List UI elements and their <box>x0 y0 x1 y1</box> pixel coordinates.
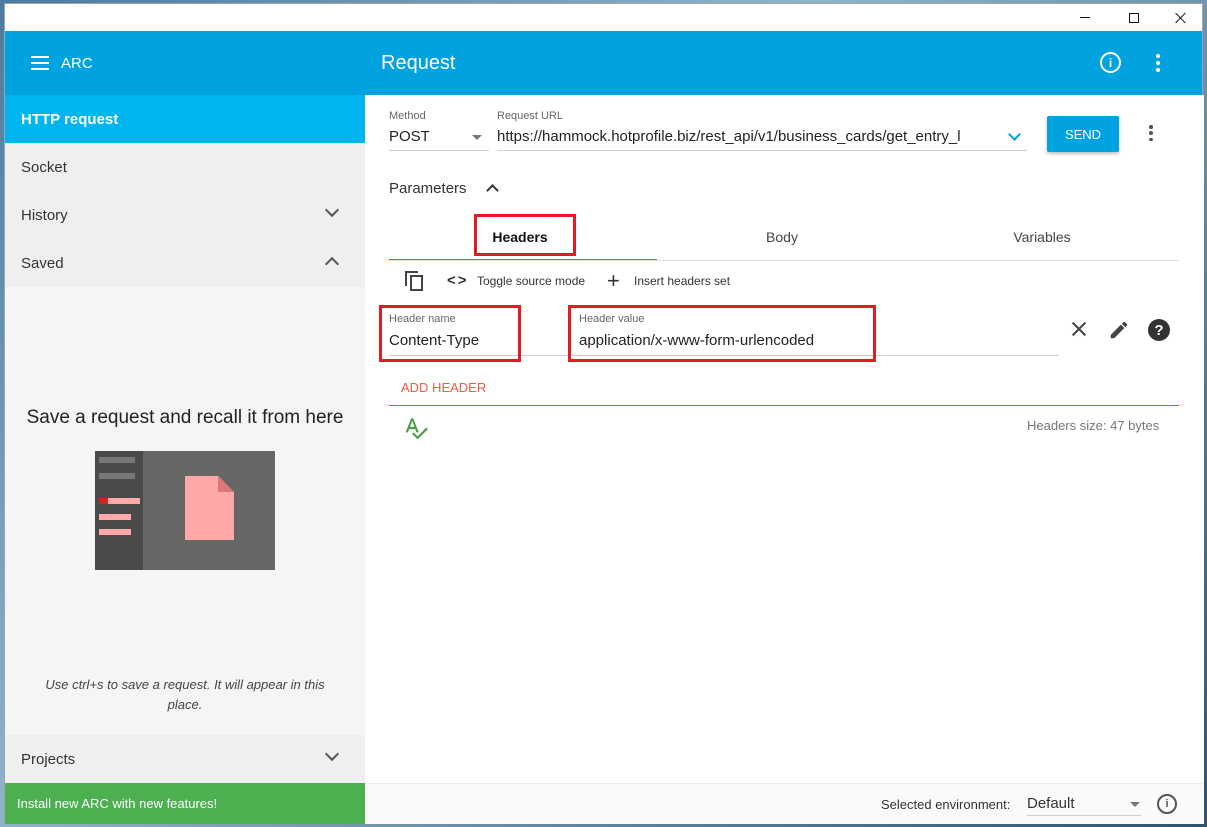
url-input[interactable]: https://hammock.hotprofile.biz/rest_api/… <box>497 128 1005 145</box>
close-button[interactable] <box>1158 4 1204 31</box>
chevron-down-icon[interactable] <box>1008 128 1021 141</box>
saved-empty-hint: Use ctrl+s to save a request. It will ap… <box>45 677 325 712</box>
plus-icon[interactable]: + <box>607 268 620 294</box>
sidebar-item-projects[interactable]: Projects <box>5 735 365 783</box>
page-title: Request <box>381 52 456 74</box>
maximize-button[interactable] <box>1111 4 1157 31</box>
headers-size: Headers size: 47 bytes <box>1027 418 1160 433</box>
info-icon[interactable]: i <box>1157 794 1177 814</box>
app-bar: ARC Request i <box>5 31 1202 95</box>
close-icon <box>1175 12 1187 24</box>
sidebar-item-label: Saved <box>21 254 64 272</box>
edit-icon[interactable] <box>1108 319 1130 341</box>
highlight-box <box>568 305 876 362</box>
sidebar-item-saved[interactable]: Saved <box>5 239 365 287</box>
highlight-box <box>474 214 576 256</box>
footer-bar: Selected environment: Default i <box>365 783 1204 824</box>
dropdown-arrow-icon <box>472 135 482 140</box>
toggle-source-button[interactable]: Toggle source mode <box>477 274 585 288</box>
minimize-icon <box>1080 17 1090 18</box>
send-button[interactable]: SEND <box>1047 116 1119 152</box>
sidebar-item-label: Socket <box>21 158 67 176</box>
environment-select[interactable]: Default <box>1027 795 1075 812</box>
install-banner[interactable]: Install new ARC with new features! <box>5 783 365 824</box>
chevron-down-icon <box>324 202 340 218</box>
more-vert-icon[interactable] <box>1149 125 1153 141</box>
spellcheck-icon[interactable] <box>403 415 429 441</box>
tab-variables[interactable]: Variables <box>911 213 1173 261</box>
help-icon[interactable]: ? <box>1148 319 1170 341</box>
menu-icon[interactable] <box>31 56 49 70</box>
more-vert-icon[interactable] <box>1156 54 1160 72</box>
url-label: Request URL <box>497 110 564 122</box>
sidebar-item-label: HTTP request <box>21 110 119 128</box>
method-label: Method <box>389 110 426 122</box>
dropdown-arrow-icon <box>1130 802 1140 807</box>
sidebar-item-label: Projects <box>21 750 76 768</box>
add-header-button[interactable]: ADD HEADER <box>401 380 486 395</box>
method-select[interactable]: POST <box>389 128 430 145</box>
saved-empty-title: Save a request and recall it from here <box>26 407 344 428</box>
sidebar-item-http-request[interactable]: HTTP request <box>5 95 365 143</box>
app-window: ARC Request i HTTP request Socket Histor… <box>4 3 1204 824</box>
saved-empty-illustration <box>95 451 275 570</box>
parameters-toggle[interactable]: Parameters <box>389 180 467 197</box>
highlight-box <box>379 305 521 362</box>
sidebar: HTTP request Socket History Saved Save a… <box>5 95 365 824</box>
sidebar-item-history[interactable]: History <box>5 191 365 239</box>
chevron-up-icon <box>324 256 340 272</box>
sidebar-item-socket[interactable]: Socket <box>5 143 365 191</box>
title-bar <box>5 4 1202 31</box>
maximize-icon <box>1129 12 1139 23</box>
request-panel: Method POST Request URL https://hammock.… <box>365 95 1204 824</box>
info-icon[interactable]: i <box>1100 52 1121 73</box>
chevron-up-icon[interactable] <box>486 184 499 197</box>
chevron-down-icon <box>324 746 340 762</box>
sidebar-item-label: History <box>21 206 68 224</box>
close-icon[interactable] <box>1067 317 1091 341</box>
app-name: ARC <box>61 55 93 72</box>
code-icon[interactable]: <> <box>447 272 469 289</box>
copy-icon[interactable] <box>405 271 425 291</box>
environment-label: Selected environment: <box>881 797 1011 812</box>
insert-headers-set-button[interactable]: Insert headers set <box>634 274 730 288</box>
tab-body[interactable]: Body <box>651 213 913 261</box>
minimize-button[interactable] <box>1062 4 1108 31</box>
